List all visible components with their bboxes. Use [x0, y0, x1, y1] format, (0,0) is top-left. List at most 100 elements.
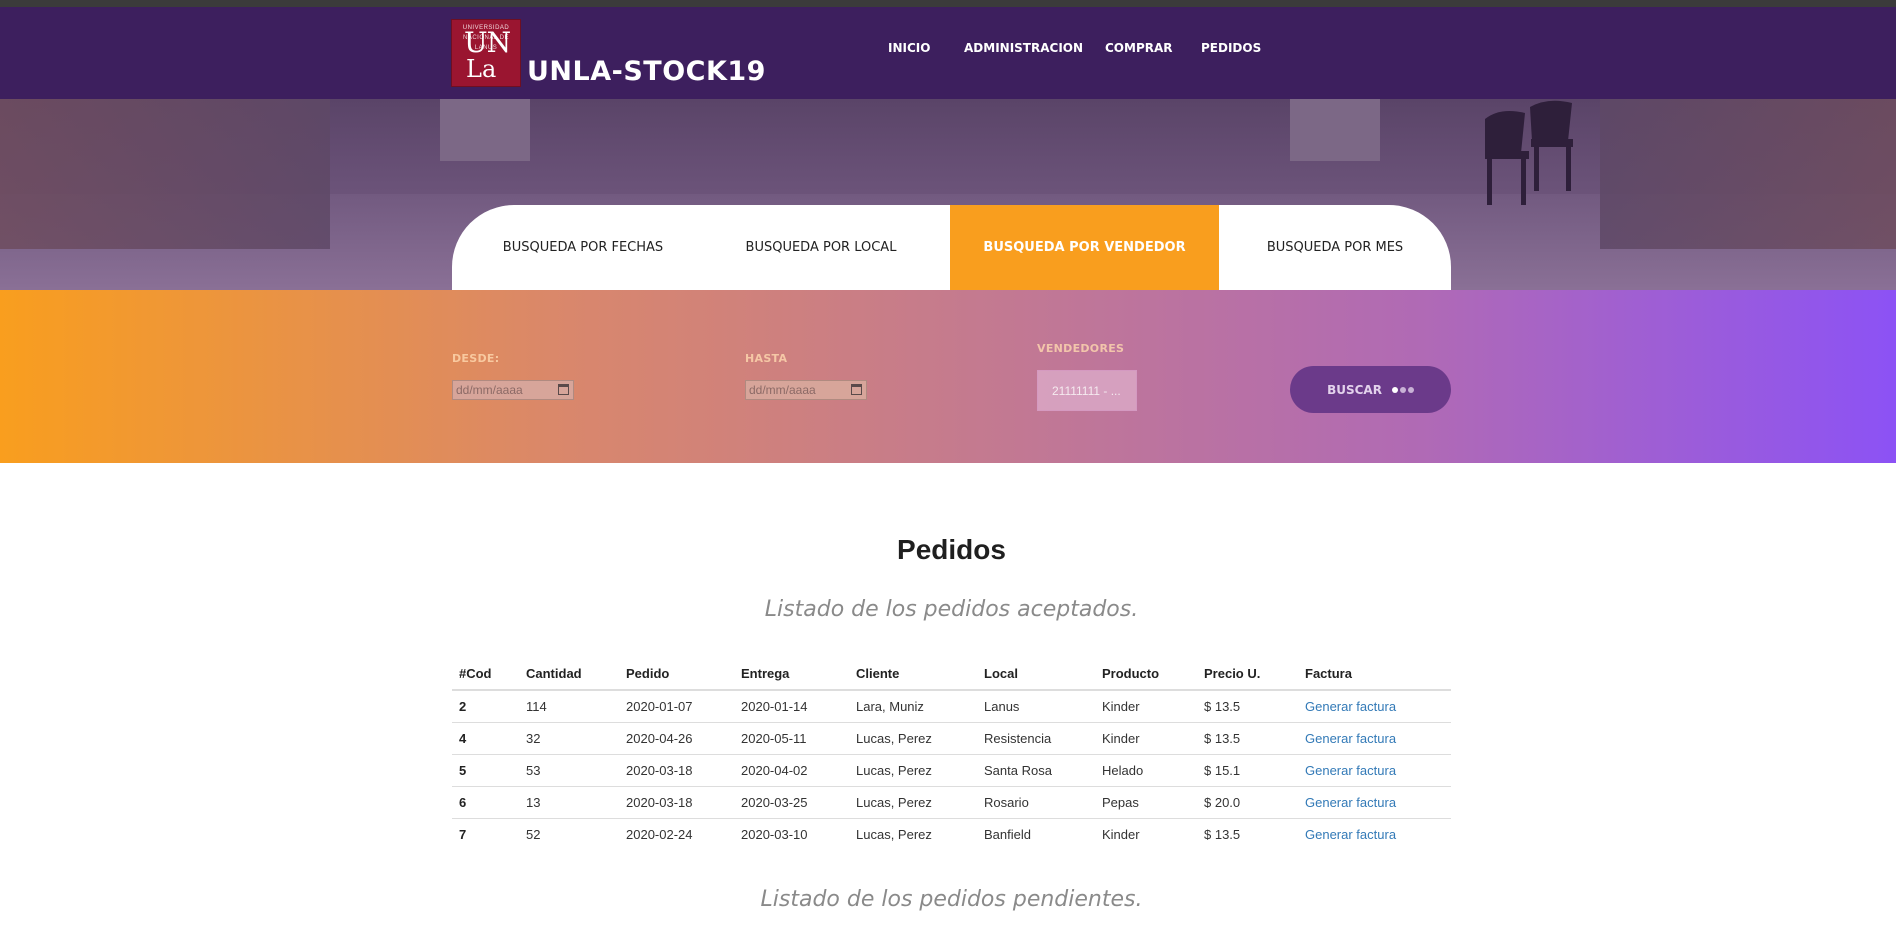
table-header-row: #Cod Cantidad Pedido Entrega Cliente Loc…: [452, 657, 1451, 691]
cell-cliente: Lara, Muniz: [849, 689, 977, 723]
cell-cantidad: 114: [519, 689, 619, 723]
cell-local: Rosario: [977, 786, 1095, 819]
tab-busqueda-fechas[interactable]: BUSQUEDA POR FECHAS: [452, 205, 714, 290]
unla-logo[interactable]: UNIVERSIDAD NACIONAL DE LANUS UN La: [451, 19, 521, 87]
desde-date-value: dd/mm/aaaa: [456, 383, 523, 397]
navbar: UNIVERSIDAD NACIONAL DE LANUS UN La UNLA…: [0, 7, 1896, 99]
hasta-label: HASTA: [745, 352, 788, 365]
cell-local: Resistencia: [977, 722, 1095, 755]
cell-cantidad: 53: [519, 754, 619, 787]
page-title: Pedidos: [897, 534, 1006, 565]
logo-la: La: [466, 55, 497, 83]
buscar-button[interactable]: BUSCAR: [1290, 366, 1451, 413]
cell-pedido: 2020-03-18: [619, 786, 734, 819]
tab-busqueda-local[interactable]: BUSQUEDA POR LOCAL: [697, 205, 945, 290]
col-entrega: Entrega: [734, 657, 849, 691]
cell-cantidad: 32: [519, 722, 619, 755]
cell-producto: Kinder: [1095, 689, 1197, 723]
accepted-orders-subtitle: Listado de los pedidos aceptados.: [764, 597, 1139, 622]
cell-entrega: 2020-03-25: [734, 786, 849, 819]
search-tabs: BUSQUEDA POR FECHAS BUSQUEDA POR LOCAL B…: [452, 205, 1451, 290]
desde-date-input[interactable]: dd/mm/aaaa: [452, 380, 574, 400]
cell-cod: 5: [452, 754, 519, 787]
cell-factura: Generar factura: [1298, 754, 1451, 787]
nav-administracion[interactable]: ADMINISTRACION: [964, 41, 1083, 55]
table-row: 6 13 2020-03-18 2020-03-25 Lucas, Perez …: [452, 786, 1451, 819]
calendar-icon[interactable]: [558, 384, 569, 395]
cell-entrega: 2020-03-10: [734, 818, 849, 850]
col-producto: Producto: [1095, 657, 1197, 691]
window-top-strip: [0, 0, 1896, 7]
cell-factura: Generar factura: [1298, 689, 1451, 723]
pending-orders-subtitle: Listado de los pedidos pendientes.: [760, 887, 1143, 912]
cell-cliente: Lucas, Perez: [849, 722, 977, 755]
calendar-icon[interactable]: [851, 384, 862, 395]
tab-busqueda-mes[interactable]: BUSQUEDA POR MES: [1219, 205, 1451, 290]
generar-factura-link[interactable]: Generar factura: [1305, 827, 1396, 842]
cell-producto: Pepas: [1095, 786, 1197, 819]
cell-entrega: 2020-05-11: [734, 722, 849, 755]
nav-pedidos[interactable]: PEDIDOS: [1201, 41, 1261, 55]
cell-local: Banfield: [977, 818, 1095, 850]
hero-brick-wall-right: [1600, 99, 1896, 249]
hero-pillar-left: [440, 99, 530, 161]
cell-pedido: 2020-02-24: [619, 818, 734, 850]
cell-cod: 6: [452, 786, 519, 819]
vendedores-select[interactable]: 21111111 - ...: [1037, 370, 1137, 411]
cell-factura: Generar factura: [1298, 722, 1451, 755]
accepted-orders-table: #Cod Cantidad Pedido Entrega Cliente Loc…: [452, 657, 1451, 850]
table-row: 7 52 2020-02-24 2020-03-10 Lucas, Perez …: [452, 818, 1451, 850]
cell-precio: $ 13.5: [1197, 689, 1298, 723]
cell-entrega: 2020-01-14: [734, 689, 849, 723]
generar-factura-link[interactable]: Generar factura: [1305, 699, 1396, 714]
cell-cliente: Lucas, Perez: [849, 818, 977, 850]
hero-chairs-image: [1485, 100, 1573, 205]
brand-title[interactable]: UNLA-STOCK19: [527, 54, 766, 90]
cell-pedido: 2020-01-07: [619, 689, 734, 723]
col-cliente: Cliente: [849, 657, 977, 691]
col-cantidad: Cantidad: [519, 657, 619, 691]
vendedores-label: VENDEDORES: [1037, 342, 1125, 355]
cell-pedido: 2020-03-18: [619, 754, 734, 787]
cell-cod: 2: [452, 689, 519, 723]
col-pedido: Pedido: [619, 657, 734, 691]
cell-cantidad: 52: [519, 818, 619, 850]
desde-label: DESDE:: [452, 352, 500, 365]
logo-un: UN: [464, 26, 511, 59]
nav-comprar[interactable]: COMPRAR: [1105, 41, 1173, 55]
hasta-date-input[interactable]: dd/mm/aaaa: [745, 380, 867, 400]
cell-local: Lanus: [977, 689, 1095, 723]
cell-precio: $ 15.1: [1197, 754, 1298, 787]
generar-factura-link[interactable]: Generar factura: [1305, 795, 1396, 810]
table-row: 2 114 2020-01-07 2020-01-14 Lara, Muniz …: [452, 689, 1451, 723]
cell-cliente: Lucas, Perez: [849, 786, 977, 819]
cell-precio: $ 13.5: [1197, 722, 1298, 755]
buscar-label: BUSCAR: [1327, 382, 1382, 397]
hero-brick-wall-left: [0, 99, 330, 249]
cell-factura: Generar factura: [1298, 786, 1451, 819]
cell-cod: 4: [452, 722, 519, 755]
cell-cod: 7: [452, 818, 519, 850]
loading-dots-icon: [1391, 386, 1414, 393]
nav-inicio[interactable]: INICIO: [888, 41, 930, 55]
cell-cliente: Lucas, Perez: [849, 754, 977, 787]
cell-producto: Helado: [1095, 754, 1197, 787]
table-row: 4 32 2020-04-26 2020-05-11 Lucas, Perez …: [452, 722, 1451, 755]
filter-bar: [0, 290, 1896, 463]
col-precio: Precio U.: [1197, 657, 1298, 691]
cell-pedido: 2020-04-26: [619, 722, 734, 755]
hero-pillar-right: [1290, 99, 1380, 161]
tab-busqueda-vendedor[interactable]: BUSQUEDA POR VENDEDOR: [950, 205, 1219, 290]
col-local: Local: [977, 657, 1095, 691]
col-cod: #Cod: [452, 657, 519, 691]
cell-producto: Kinder: [1095, 818, 1197, 850]
cell-cantidad: 13: [519, 786, 619, 819]
cell-local: Santa Rosa: [977, 754, 1095, 787]
generar-factura-link[interactable]: Generar factura: [1305, 731, 1396, 746]
cell-precio: $ 20.0: [1197, 786, 1298, 819]
cell-factura: Generar factura: [1298, 818, 1451, 850]
hasta-date-value: dd/mm/aaaa: [749, 383, 816, 397]
generar-factura-link[interactable]: Generar factura: [1305, 763, 1396, 778]
col-factura: Factura: [1298, 657, 1451, 691]
cell-producto: Kinder: [1095, 722, 1197, 755]
